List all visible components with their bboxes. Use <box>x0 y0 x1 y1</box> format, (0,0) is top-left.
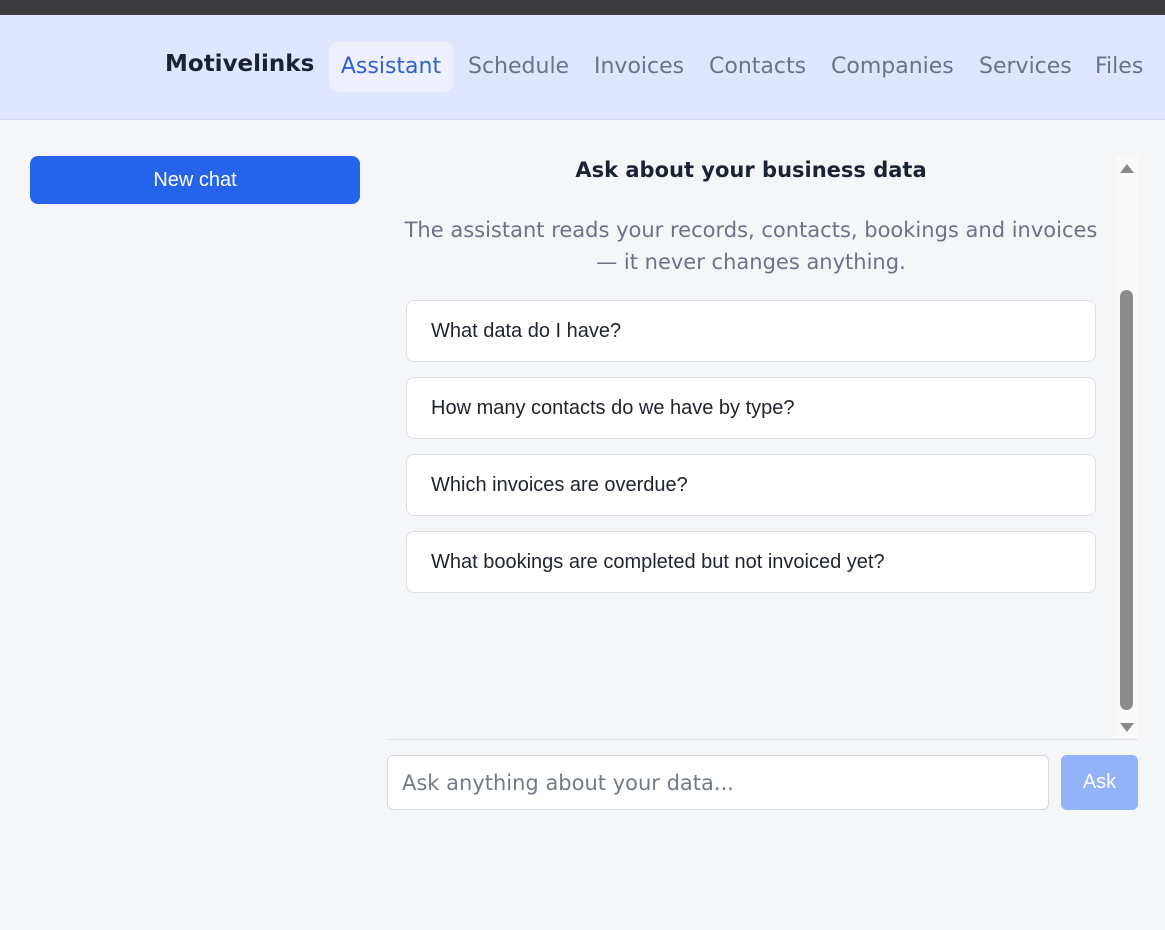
suggestion-button[interactable]: What bookings are completed but not invo… <box>406 531 1096 593</box>
scroll-up-arrow-icon[interactable] <box>1120 162 1134 174</box>
new-chat-button[interactable]: New chat <box>30 156 360 204</box>
scrollbar-thumb[interactable] <box>1120 290 1133 710</box>
suggestion-button[interactable]: How many contacts do we have by type? <box>406 377 1096 439</box>
tab-services[interactable]: Services <box>979 42 1072 92</box>
composer-divider <box>387 739 1138 740</box>
ask-button[interactable]: Ask <box>1061 755 1138 810</box>
suggestion-label: What bookings are completed but not invo… <box>431 551 885 573</box>
suggestion-label: Which invoices are overdue? <box>431 474 688 496</box>
ask-input[interactable] <box>387 755 1049 810</box>
tab-files[interactable]: Files <box>1095 42 1143 92</box>
suggestion-list: What data do I have? How many contacts d… <box>406 300 1096 608</box>
chat-title: Ask about your business data <box>575 158 927 182</box>
suggestion-label: What data do I have? <box>431 320 622 342</box>
suggestion-button[interactable]: Which invoices are overdue? <box>406 454 1096 516</box>
window-top-bar <box>0 0 1165 15</box>
tab-schedule[interactable]: Schedule <box>468 42 569 92</box>
nav-tabs: Assistant Schedule Invoices Contacts Com… <box>0 42 1165 92</box>
tab-companies[interactable]: Companies <box>831 42 954 92</box>
scroll-down-arrow-icon[interactable] <box>1120 722 1134 734</box>
tab-invoices[interactable]: Invoices <box>594 42 684 92</box>
suggestion-label: How many contacts do we have by type? <box>431 397 795 419</box>
suggestion-button[interactable]: What data do I have? <box>406 300 1096 362</box>
tab-assistant[interactable]: Assistant <box>329 42 453 92</box>
chat-subtitle: The assistant reads your records, contac… <box>404 218 1098 274</box>
chat-scrollbar[interactable] <box>1116 156 1138 738</box>
chat-panel: Ask about your business data The assista… <box>387 156 1138 738</box>
tab-contacts[interactable]: Contacts <box>709 42 806 92</box>
top-navigation: Motivelinks Assistant Schedule Invoices … <box>0 15 1165 120</box>
